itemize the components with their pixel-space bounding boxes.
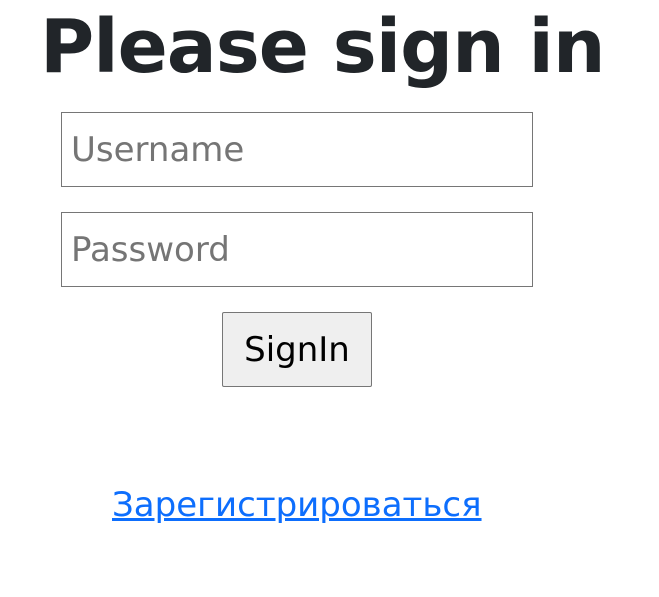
password-input[interactable] [61, 212, 533, 287]
page-title: Please sign in [40, 4, 606, 90]
username-input[interactable] [61, 112, 533, 187]
sign-in-button[interactable]: SignIn [222, 312, 372, 387]
register-link[interactable]: Зарегистрироваться [112, 480, 482, 530]
